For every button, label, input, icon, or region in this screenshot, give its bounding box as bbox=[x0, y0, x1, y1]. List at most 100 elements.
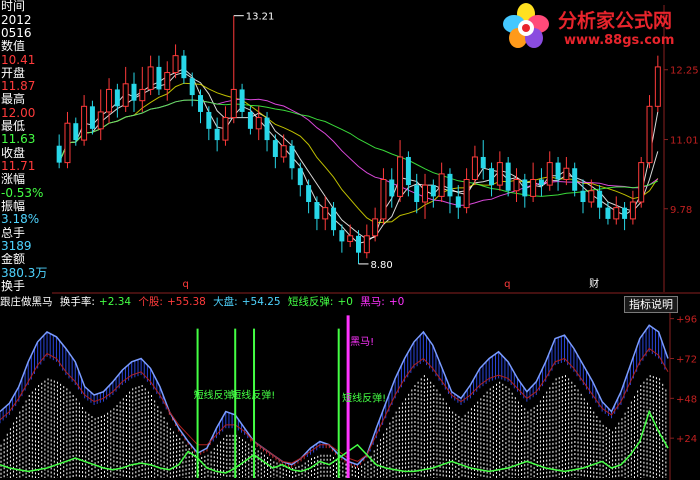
amplitude-value: 3.18% bbox=[1, 213, 40, 226]
candle-body bbox=[438, 173, 445, 197]
event-marker: q bbox=[182, 279, 188, 290]
candle-body bbox=[414, 185, 420, 203]
logo-url: www.88gs.com bbox=[564, 33, 675, 48]
candles bbox=[56, 15, 661, 264]
logo-title: 分析家公式网 bbox=[558, 10, 673, 32]
candle-body bbox=[538, 179, 544, 186]
candle-body bbox=[81, 105, 88, 141]
high-label: 最高 bbox=[1, 93, 26, 106]
candle-body bbox=[247, 111, 253, 129]
value-label: 数值 bbox=[1, 40, 26, 53]
candle-body bbox=[363, 235, 370, 254]
candle-body bbox=[455, 196, 461, 208]
candle-body bbox=[131, 83, 137, 101]
main-y-axis: 12.25 11.01 9.78 bbox=[664, 66, 699, 216]
candle-body bbox=[489, 168, 495, 186]
extreme-label: 13.21 bbox=[246, 12, 275, 23]
candle-body bbox=[314, 202, 320, 219]
volume-value: 3189 bbox=[1, 240, 32, 253]
candle-body bbox=[356, 235, 361, 253]
candle-body bbox=[172, 55, 179, 74]
candle-body bbox=[496, 162, 503, 186]
moving-averages bbox=[58, 68, 659, 244]
candle-body bbox=[629, 201, 636, 220]
indicator-info-bar: 跟庄做黑马 换手率: +2.34 个股: +55.38 大盘: +54.25 短线反弹… bbox=[0, 294, 612, 310]
candle-body bbox=[430, 185, 436, 197]
candle-body bbox=[613, 207, 620, 220]
date-month-day: 0516 bbox=[1, 27, 32, 40]
candle-body bbox=[122, 83, 129, 107]
candle-body bbox=[239, 89, 245, 112]
indicator-y-tick-label: +48 bbox=[676, 394, 697, 405]
main-y-tick-label: 9.78 bbox=[670, 205, 692, 216]
candle-body bbox=[331, 207, 337, 231]
candle-body bbox=[397, 156, 404, 197]
candle-body bbox=[164, 72, 171, 90]
signal-label: 短线反弹! bbox=[231, 388, 275, 401]
candle-body bbox=[289, 145, 295, 169]
candle-body bbox=[297, 168, 303, 186]
indicator-y-tick-label: +24 bbox=[676, 434, 697, 445]
indicator-y-tick-label: +72 bbox=[676, 354, 697, 365]
candle-body bbox=[181, 55, 187, 79]
candle-body bbox=[580, 190, 586, 203]
ma-line bbox=[58, 68, 659, 244]
market-label: 大盘: bbox=[213, 296, 238, 308]
high-value: 12.00 bbox=[1, 107, 36, 120]
candle-body bbox=[597, 190, 603, 208]
change-label: 涨幅 bbox=[1, 173, 26, 186]
candle-body bbox=[380, 178, 387, 220]
indicator-help-button[interactable]: 指标说明 bbox=[624, 296, 678, 313]
main-y-tick-label: 12.25 bbox=[670, 66, 699, 77]
time-label: 时间 bbox=[1, 0, 26, 13]
candle-body bbox=[322, 207, 329, 220]
indicator-line-b bbox=[0, 347, 669, 464]
low-value: 11.63 bbox=[1, 133, 36, 146]
main-y-tick-label: 11.01 bbox=[670, 136, 699, 147]
candle-body bbox=[646, 105, 653, 164]
candle-body bbox=[546, 162, 553, 186]
candle-body bbox=[463, 178, 470, 209]
flower-logo-icon bbox=[503, 3, 549, 48]
amount-label: 金额 bbox=[1, 253, 26, 266]
annotations: 13.21 8.80 q q 财 bbox=[182, 12, 599, 290]
ma-line bbox=[58, 98, 659, 206]
retail-value: +55.38 bbox=[166, 296, 206, 308]
candle-body bbox=[447, 173, 453, 197]
chart-canvas[interactable]: 13.21 8.80 q q 财 12.25 11.01 9.78 短线反弹! 短线反弹! 黑马… bbox=[0, 0, 700, 480]
date-year: 2012 bbox=[1, 14, 32, 27]
volume-label: 总手 bbox=[1, 227, 26, 240]
candle-body bbox=[563, 167, 570, 180]
candle-body bbox=[255, 117, 262, 130]
value-value: 10.41 bbox=[1, 54, 36, 67]
turnover-rate-label: 换手率: bbox=[59, 296, 95, 308]
signal-label: 短线反弹! bbox=[342, 392, 386, 405]
candle-body bbox=[114, 89, 120, 107]
open-value: 11.87 bbox=[1, 80, 36, 93]
rebound-label: 短线反弹: bbox=[287, 296, 334, 308]
ma-line bbox=[58, 71, 659, 240]
change-value: -0.53% bbox=[1, 187, 44, 200]
amplitude-label: 振幅 bbox=[1, 200, 26, 213]
blackhorse-value: +0 bbox=[388, 296, 405, 308]
candle-body bbox=[198, 95, 204, 112]
candle-body bbox=[64, 122, 71, 164]
candle-body bbox=[471, 156, 478, 180]
market-value: +54.25 bbox=[241, 296, 281, 308]
event-marker: 财 bbox=[589, 277, 599, 290]
candle-body bbox=[206, 111, 212, 129]
candle-body bbox=[638, 162, 645, 203]
candle-body bbox=[513, 178, 520, 192]
candle-body bbox=[605, 207, 611, 219]
candle-body bbox=[372, 218, 379, 237]
amount-value: 380.3万 bbox=[1, 267, 48, 280]
candle-body bbox=[56, 145, 62, 163]
indicator-y-tick-label: +96 bbox=[676, 315, 697, 326]
extreme-label: 8.80 bbox=[371, 260, 393, 271]
candle-body bbox=[222, 117, 229, 141]
indicator-name: 跟庄做黑马 bbox=[0, 296, 53, 308]
rebound-value: +0 bbox=[337, 296, 353, 308]
indicator-y-axis: +96 +72 +48 +24 bbox=[670, 315, 697, 445]
candle-body bbox=[189, 78, 195, 96]
candle-body bbox=[264, 117, 270, 141]
